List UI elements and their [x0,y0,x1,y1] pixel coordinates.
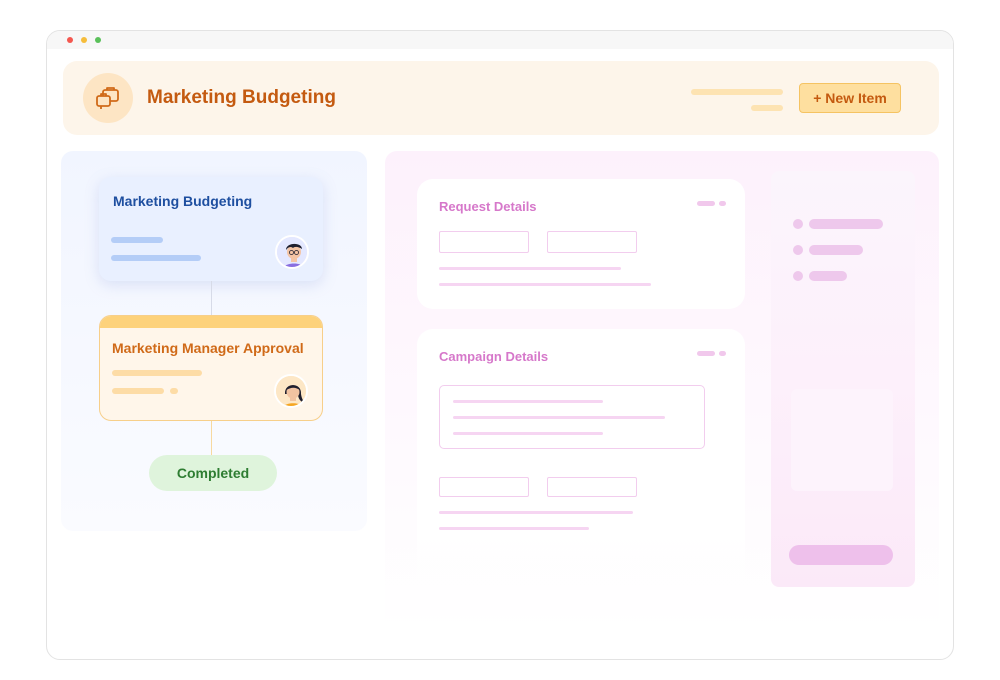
header-placeholder-line [691,89,783,95]
step-placeholder-dot [170,388,178,394]
status-badge-completed: Completed [149,455,277,491]
step-title: Marketing Manager Approval [112,340,304,356]
workflow-step-marketing-manager-approval[interactable]: Marketing Manager Approval [99,315,323,421]
request-field-input[interactable] [439,231,529,253]
side-placeholder-block [791,389,893,491]
workflow-connector [211,421,212,455]
close-window-dot[interactable] [67,37,73,43]
new-item-button[interactable]: + New Item [799,83,901,113]
side-list-item[interactable] [809,271,847,281]
side-list-item[interactable] [809,245,863,255]
workflow-connector [211,281,212,315]
app-header: Marketing Budgeting + New Item [63,61,939,135]
placeholder-line [453,400,603,403]
app-window: Marketing Budgeting + New Item Marketing… [46,30,954,660]
list-bullet [793,219,803,229]
campaign-description-textarea[interactable] [439,385,705,449]
more-options-icon[interactable] [719,351,726,356]
step-placeholder-line [111,255,201,261]
step-title: Marketing Budgeting [113,193,253,209]
list-bullet [793,271,803,281]
more-options-icon[interactable] [697,201,715,206]
step-placeholder-line [112,370,202,376]
step-placeholder-line [112,388,164,394]
avatar [275,235,309,269]
placeholder-line [439,267,621,270]
campaign-details-section: Campaign Details [417,329,745,619]
placeholder-line [439,283,651,286]
section-title: Campaign Details [439,349,549,364]
side-list-item[interactable] [809,219,883,229]
workflow-step-marketing-budgeting[interactable]: Marketing Budgeting [99,177,323,281]
app-title: Marketing Budgeting [147,87,336,108]
side-panel [771,171,915,587]
step-highlight-bar [100,316,322,328]
campaign-field-input[interactable] [547,477,637,497]
briefcase-stack-icon [83,73,133,123]
placeholder-line [453,432,603,435]
window-titlebar [47,31,953,49]
list-bullet [793,245,803,255]
avatar [274,374,308,408]
more-options-icon[interactable] [719,201,726,206]
more-options-icon[interactable] [697,351,715,356]
section-title: Request Details [439,199,537,214]
placeholder-line [453,416,665,419]
minimize-window-dot[interactable] [81,37,87,43]
placeholder-line [439,527,589,530]
step-placeholder-line [111,237,163,243]
campaign-field-input[interactable] [439,477,529,497]
header-placeholder-line [751,105,783,111]
placeholder-line [439,511,633,514]
maximize-window-dot[interactable] [95,37,101,43]
request-details-section: Request Details [417,179,745,309]
request-field-input[interactable] [547,231,637,253]
side-action-button[interactable] [789,545,893,565]
